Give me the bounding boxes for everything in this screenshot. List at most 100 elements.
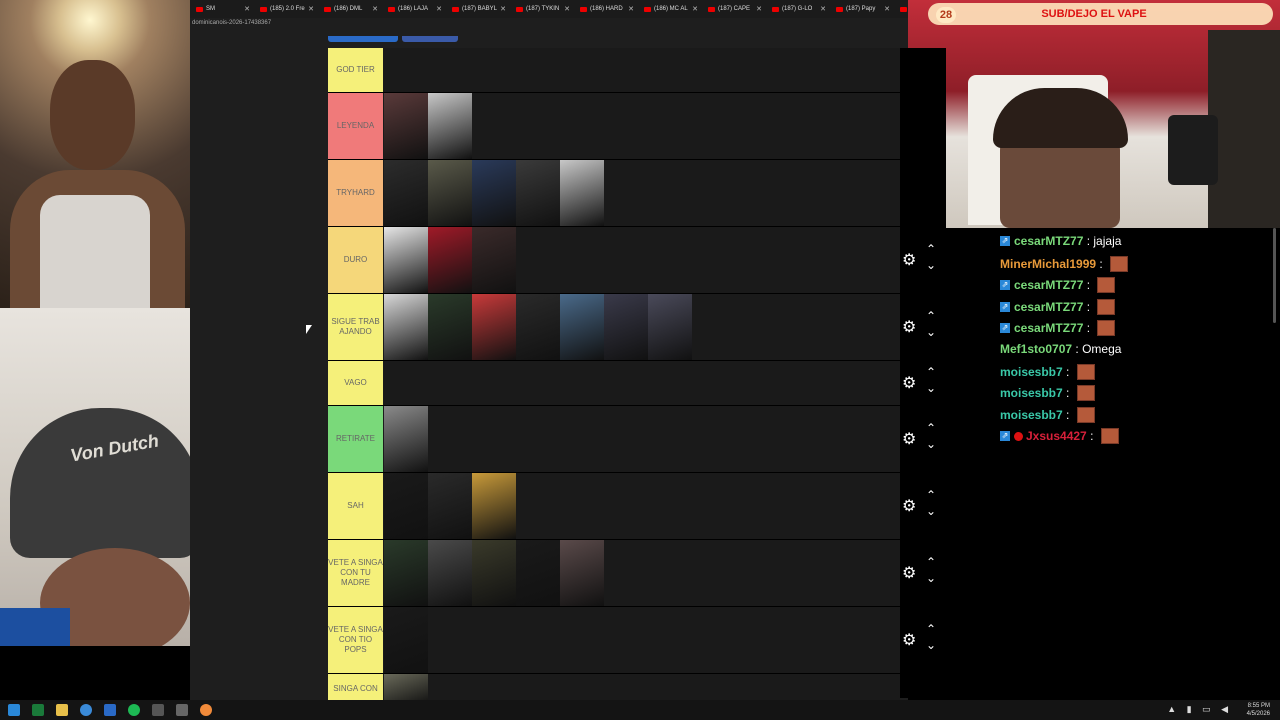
tier-item-image[interactable] — [384, 406, 428, 472]
browser-tab[interactable]: (185) 2.0 Fre ✕ — [254, 0, 318, 18]
tier-item-image[interactable] — [428, 160, 472, 226]
gear-icon[interactable]: ⚙ — [902, 630, 916, 650]
chat-username[interactable]: Mef1sto0707 — [1000, 342, 1072, 356]
browser-tab[interactable]: (187) CAPE ✕ — [702, 0, 766, 18]
close-tab-icon[interactable]: ✕ — [756, 5, 762, 13]
gear-icon[interactable]: ⚙ — [902, 250, 916, 270]
app-icon-1[interactable] — [152, 704, 164, 716]
tier-item-image[interactable] — [428, 93, 472, 159]
start-icon[interactable] — [8, 704, 20, 716]
chat-username[interactable]: Jxsus4427 — [1026, 429, 1087, 443]
gear-icon[interactable]: ⚙ — [902, 563, 916, 583]
toolbar-button-2[interactable] — [402, 36, 458, 42]
chevron-up-icon[interactable]: ⌃ — [926, 242, 936, 256]
tier-label[interactable]: RETIRATE — [328, 406, 383, 472]
chevron-down-icon[interactable]: ⌄ — [926, 325, 936, 339]
close-tab-icon[interactable]: ✕ — [244, 5, 250, 13]
tier-item-image[interactable] — [384, 473, 428, 539]
system-tray[interactable]: ▲ ▮ ▭ ◀ — [1167, 704, 1232, 715]
url-bar[interactable]: dominicanois-2026-17438367 — [192, 20, 271, 26]
gear-icon[interactable]: ⚙ — [902, 317, 916, 337]
clock[interactable]: 8:55 PM 4/5/2026 — [1247, 702, 1270, 718]
chevron-down-icon[interactable]: ⌄ — [926, 437, 936, 451]
browser-tab[interactable]: (186) LAJA ✕ — [382, 0, 446, 18]
tier-label[interactable]: LEYENDA — [328, 93, 383, 159]
close-tab-icon[interactable]: ✕ — [692, 5, 698, 13]
toolbar-button-1[interactable] — [328, 36, 398, 42]
terminal-icon[interactable] — [32, 704, 44, 716]
tier-item-image[interactable] — [384, 227, 428, 293]
browser-tab[interactable]: (186) G-LO✕ — [894, 0, 908, 18]
browser-tab[interactable]: (186) HARD ✕ — [574, 0, 638, 18]
browser-tab[interactable]: (187) BABYL ✕ — [446, 0, 510, 18]
gear-icon[interactable]: ⚙ — [902, 373, 916, 393]
close-tab-icon[interactable]: ✕ — [372, 5, 378, 13]
close-tab-icon[interactable]: ✕ — [308, 5, 314, 13]
tier-label[interactable]: TRYHARD — [328, 160, 383, 226]
chevron-up-icon[interactable]: ⌃ — [926, 622, 936, 636]
folder-icon[interactable] — [56, 704, 68, 716]
chat-username[interactable]: cesarMTZ77 — [1014, 278, 1083, 292]
chat-username[interactable]: moisesbb7 — [1000, 365, 1063, 379]
chevron-up-icon[interactable]: ⌃ — [926, 309, 936, 323]
tier-item-image[interactable] — [384, 540, 428, 606]
tier-item-image[interactable] — [428, 227, 472, 293]
chrome-icon[interactable] — [80, 704, 92, 716]
tier-item-image[interactable] — [384, 160, 428, 226]
tier-item-image[interactable] — [472, 540, 516, 606]
chevron-down-icon[interactable]: ⌄ — [926, 381, 936, 395]
chat-username[interactable]: cesarMTZ77 — [1014, 300, 1083, 314]
tier-item-image[interactable] — [428, 540, 472, 606]
tier-item-image[interactable] — [472, 473, 516, 539]
tier-item-image[interactable] — [516, 540, 560, 606]
app-icon-3[interactable] — [200, 704, 212, 716]
tier-item-image[interactable] — [648, 294, 692, 360]
close-tab-icon[interactable]: ✕ — [884, 5, 890, 13]
close-tab-icon[interactable]: ✕ — [436, 5, 442, 13]
chevron-up-icon[interactable]: ⌃ — [926, 555, 936, 569]
tier-item-image[interactable] — [560, 540, 604, 606]
chat-username[interactable]: moisesbb7 — [1000, 408, 1063, 422]
chat-username[interactable]: moisesbb7 — [1000, 386, 1063, 400]
app-icon-2[interactable] — [176, 704, 188, 716]
chat-username[interactable]: cesarMTZ77 — [1014, 321, 1083, 335]
chevron-down-icon[interactable]: ⌄ — [926, 638, 936, 652]
chat-scrollbar[interactable] — [1273, 228, 1276, 323]
tier-label[interactable]: SIGUE TRAB AJANDO — [328, 294, 383, 360]
tier-item-image[interactable] — [516, 294, 560, 360]
chevron-up-icon[interactable]: ⌃ — [926, 421, 936, 435]
tier-item-image[interactable] — [516, 160, 560, 226]
chevron-down-icon[interactable]: ⌄ — [926, 571, 936, 585]
tier-label[interactable]: VAGO — [328, 361, 383, 405]
spotify-icon[interactable] — [128, 704, 140, 716]
tier-item-image[interactable] — [472, 160, 516, 226]
chat-username[interactable]: cesarMTZ77 — [1014, 234, 1083, 248]
close-tab-icon[interactable]: ✕ — [500, 5, 506, 13]
gear-icon[interactable]: ⚙ — [902, 429, 916, 449]
tier-label[interactable]: GOD TIER — [328, 48, 383, 92]
tier-item-image[interactable] — [384, 93, 428, 159]
chevron-down-icon[interactable]: ⌄ — [926, 258, 936, 272]
tier-item-image[interactable] — [472, 227, 516, 293]
close-tab-icon[interactable]: ✕ — [820, 5, 826, 13]
tier-item-image[interactable] — [560, 160, 604, 226]
tier-label[interactable]: VETE A SINGA CON TU MADRE — [328, 540, 383, 606]
chevron-down-icon[interactable]: ⌄ — [926, 504, 936, 518]
browser-tab[interactable]: (187) Papy ✕ — [830, 0, 894, 18]
tier-item-image[interactable] — [472, 294, 516, 360]
close-tab-icon[interactable]: ✕ — [564, 5, 570, 13]
tier-item-image[interactable] — [428, 294, 472, 360]
tier-item-image[interactable] — [604, 294, 648, 360]
browser-tab[interactable]: (187) TYKIN ✕ — [510, 0, 574, 18]
chevron-up-icon[interactable]: ⌃ — [926, 488, 936, 502]
tier-label[interactable]: SAH — [328, 473, 383, 539]
chevron-up-icon[interactable]: ⌃ — [926, 365, 936, 379]
tier-item-image[interactable] — [560, 294, 604, 360]
browser-tab[interactable]: SM ✕ — [190, 0, 254, 18]
chat-username[interactable]: MinerMichal1999 — [1000, 257, 1096, 271]
tier-item-image[interactable] — [428, 473, 472, 539]
browser-tab[interactable]: (186) DML ✕ — [318, 0, 382, 18]
tier-item-image[interactable] — [384, 294, 428, 360]
store-icon[interactable] — [104, 704, 116, 716]
gear-icon[interactable]: ⚙ — [902, 496, 916, 516]
